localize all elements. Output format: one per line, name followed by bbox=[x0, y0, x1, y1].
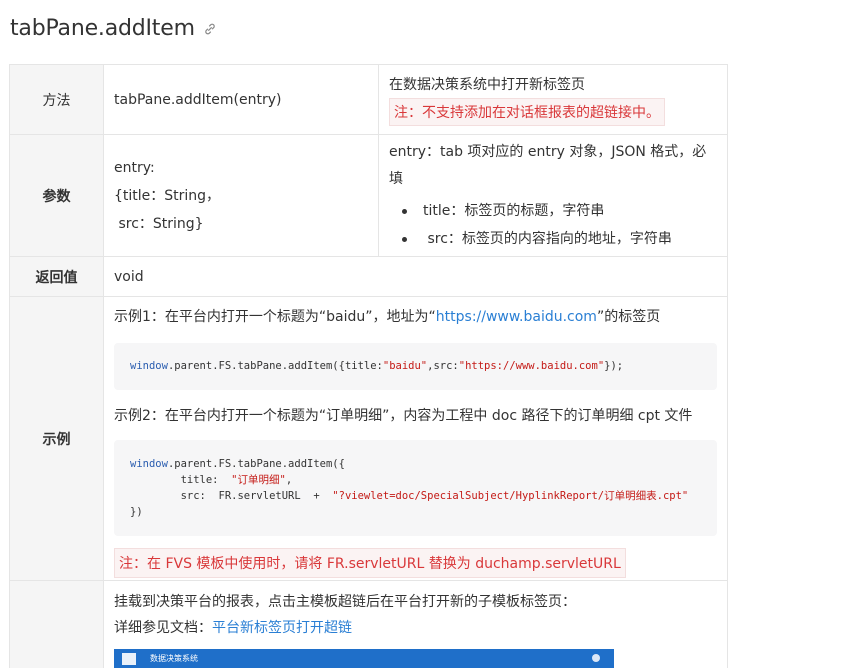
platform-screenshot: 数据决策系统 bbox=[114, 649, 614, 668]
code-block-2: window.parent.FS.tabPane.addItem({ title… bbox=[114, 440, 717, 536]
code-2-line-3a: src: FR.servletURL + bbox=[130, 490, 333, 502]
code-2-string-title: "订单明细" bbox=[231, 474, 286, 486]
example-row: 示例 示例1：在平台内打开一个标题为“baidu”，地址为“https://ww… bbox=[9, 296, 728, 581]
params-desc-line-2: 填 bbox=[389, 170, 403, 187]
page-title-text: tabPane.addItem bbox=[10, 16, 195, 41]
code-2-line-1: .parent.FS.tabPane.addItem({ bbox=[167, 458, 345, 470]
params-desc-line-1: entry：tab 项对应的 entry 对象，JSON 格式，必 bbox=[389, 143, 707, 160]
params-row: 参数 entry: {title：String， src：String} ent… bbox=[9, 134, 728, 257]
example-1-link[interactable]: https://www.baidu.com bbox=[436, 309, 597, 325]
example-label: 示例 bbox=[9, 296, 104, 581]
mount-row: 挂载到决策平台的报表，点击主模板超链后在平台打开新的子模板标签页： 详细参见文档… bbox=[9, 580, 728, 668]
example-2-text: 示例2：在平台内打开一个标题为“订单明细”，内容为工程中 doc 路径下的订单明… bbox=[114, 408, 693, 424]
returns-label: 返回值 bbox=[9, 256, 104, 297]
link-icon[interactable] bbox=[203, 22, 217, 36]
bullet-src: src：标签页的内容指向的地址，字符串 bbox=[389, 225, 717, 253]
code-1-string-src: "https://www.baidu.com" bbox=[458, 360, 605, 372]
bullet-title: title：标签页的标题，字符串 bbox=[389, 197, 717, 225]
example-cell: 示例1：在平台内打开一个标题为“baidu”，地址为“https://www.b… bbox=[103, 296, 728, 581]
mount-line-2: 详细参见文档：平台新标签页打开超链 bbox=[114, 617, 717, 639]
mount-label bbox=[9, 580, 104, 668]
params-label: 参数 bbox=[9, 134, 104, 257]
page-title: tabPane.addItem bbox=[10, 16, 217, 41]
api-table: 方法 tabPane.addItem(entry) 在数据决策系统中打开新标签页… bbox=[9, 64, 728, 668]
code-2-line-4: }) bbox=[130, 506, 143, 518]
code-1-part-a: .parent.FS.tabPane.addItem({title: bbox=[167, 360, 383, 372]
params-line-3: src：String} bbox=[114, 215, 204, 232]
code-1-keyword: window bbox=[130, 360, 168, 372]
mount-cell: 挂载到决策平台的报表，点击主模板超链后在平台打开新的子模板标签页： 详细参见文档… bbox=[103, 580, 728, 668]
platform-logo-icon bbox=[122, 653, 136, 665]
mount-line-2-prefix: 详细参见文档： bbox=[114, 620, 212, 636]
code-2-line-2a: title: bbox=[130, 474, 232, 486]
code-1-part-b: ,src: bbox=[427, 360, 459, 372]
params-line-1: entry: bbox=[114, 159, 155, 176]
example-note: 注：在 FVS 模板中使用时，请将 FR.servletURL 替换为 duch… bbox=[114, 548, 626, 578]
platform-title: 数据决策系统 bbox=[150, 654, 198, 663]
params-desc-cell: entry：tab 项对应的 entry 对象，JSON 格式，必 填 titl… bbox=[378, 134, 728, 257]
method-label: 方法 bbox=[9, 64, 104, 135]
code-block-1: window.parent.FS.tabPane.addItem({title:… bbox=[114, 343, 717, 390]
mount-doc-link[interactable]: 平台新标签页打开超链 bbox=[212, 620, 352, 636]
code-1-string-title: "baidu" bbox=[382, 360, 428, 372]
returns-value: void bbox=[103, 256, 728, 297]
method-row: 方法 tabPane.addItem(entry) 在数据决策系统中打开新标签页… bbox=[9, 64, 728, 135]
example-1-text: 示例1：在平台内打开一个标题为“baidu”，地址为“https://www.b… bbox=[114, 307, 717, 327]
example-1-suffix: ”的标签页 bbox=[596, 309, 661, 325]
returns-row: 返回值 void bbox=[9, 256, 728, 297]
code-2-string-src: "?viewlet=doc/SpecialSubject/HyplinkRepo… bbox=[332, 490, 689, 502]
code-2-line-2b: , bbox=[285, 474, 293, 486]
user-icon bbox=[592, 654, 600, 662]
params-signature-cell: entry: {title：String， src：String} bbox=[103, 134, 379, 257]
method-note: 注：不支持添加在对话框报表的超链接中。 bbox=[389, 97, 665, 126]
mount-line-1: 挂载到决策平台的报表，点击主模板超链后在平台打开新的子模板标签页： bbox=[114, 594, 576, 610]
method-desc-cell: 在数据决策系统中打开新标签页 注：不支持添加在对话框报表的超链接中。 bbox=[378, 64, 728, 135]
params-bullets: title：标签页的标题，字符串 src：标签页的内容指向的地址，字符串 bbox=[389, 197, 717, 253]
params-line-2: {title：String， bbox=[114, 187, 221, 204]
example-1-prefix: 示例1：在平台内打开一个标题为“baidu”，地址为“ bbox=[114, 309, 436, 325]
code-2-keyword: window bbox=[130, 458, 168, 470]
method-desc: 在数据决策系统中打开新标签页 bbox=[389, 76, 585, 93]
method-signature: tabPane.addItem(entry) bbox=[103, 64, 379, 135]
code-1-part-c: }); bbox=[604, 360, 624, 372]
